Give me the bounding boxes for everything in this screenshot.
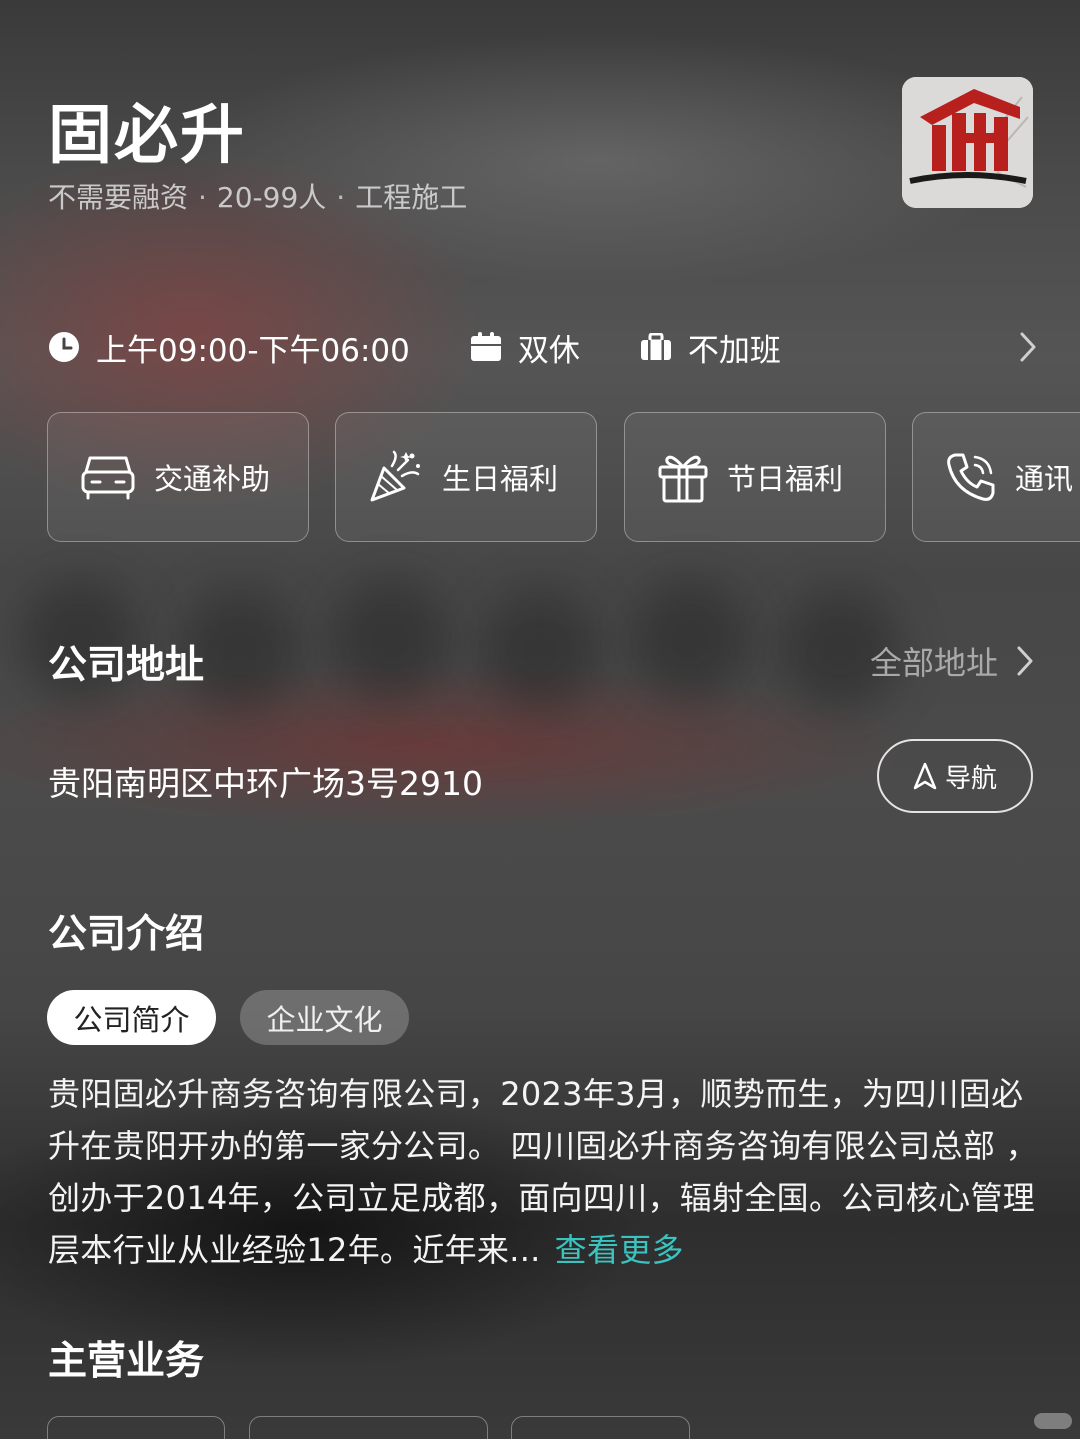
clock-icon bbox=[49, 332, 79, 362]
work-hours-text: 上午09:00-下午06:00 bbox=[96, 332, 410, 369]
business-tags bbox=[47, 1416, 1047, 1439]
funding-tag: 不需要融资 bbox=[48, 181, 189, 214]
benefit-label: 通讯 bbox=[1015, 462, 1074, 496]
tag-separator: · bbox=[198, 181, 207, 214]
watermark bbox=[1034, 1413, 1072, 1429]
calendar-icon bbox=[470, 332, 501, 361]
business-tag[interactable] bbox=[249, 1416, 488, 1439]
all-addresses-label: 全部地址 bbox=[869, 644, 998, 682]
intro-section-title: 公司介绍 bbox=[48, 912, 205, 957]
navigation-arrow-icon bbox=[913, 762, 937, 790]
benefit-card-birthday[interactable]: 生日福利 bbox=[335, 412, 597, 542]
briefcase-icon bbox=[640, 333, 671, 360]
company-logo[interactable] bbox=[902, 77, 1033, 208]
company-tags: 不需要融资 · 20-99人 · 工程施工 bbox=[48, 176, 467, 216]
benefit-label: 生日福利 bbox=[442, 462, 559, 496]
all-addresses-link[interactable]: 全部地址 bbox=[870, 638, 1034, 684]
phone-icon bbox=[947, 453, 995, 501]
see-more-link[interactable]: 查看更多 bbox=[555, 1231, 684, 1269]
benefit-card-holiday[interactable]: 节日福利 bbox=[624, 412, 886, 542]
benefit-card-communication[interactable]: 通讯 bbox=[912, 412, 1080, 542]
work-schedule[interactable]: 上午09:00-下午06:00 双休 不加班 bbox=[48, 322, 1038, 372]
overtime: 不加班 bbox=[640, 325, 781, 370]
gift-icon bbox=[658, 455, 708, 503]
benefit-label: 交通补助 bbox=[154, 462, 271, 496]
tag-separator: · bbox=[336, 181, 346, 214]
size-tag: 20-99人 bbox=[216, 181, 327, 214]
benefit-label: 节日福利 bbox=[727, 462, 844, 496]
company-address: 贵阳南明区中环广场3号2910 bbox=[48, 764, 483, 803]
benefit-card-transport[interactable]: 交通补助 bbox=[47, 412, 309, 542]
tab-company-profile[interactable]: 公司简介 bbox=[47, 990, 216, 1045]
overtime-text: 不加班 bbox=[687, 332, 781, 369]
navigate-label: 导航 bbox=[944, 763, 997, 794]
chevron-right-icon[interactable] bbox=[1018, 330, 1038, 364]
rest-days-text: 双休 bbox=[517, 332, 580, 369]
company-name: 固必升 bbox=[48, 99, 246, 173]
company-intro: 贵阳固必升商务咨询有限公司，2023年3月，顺势而生，为四川固必升在贵阳开办的第… bbox=[48, 1068, 1038, 1276]
party-popper-icon bbox=[370, 450, 420, 502]
navigate-button[interactable]: 导航 bbox=[877, 739, 1033, 813]
chevron-right-icon bbox=[1017, 646, 1033, 676]
business-section-title: 主营业务 bbox=[48, 1339, 205, 1384]
business-tag[interactable] bbox=[47, 1416, 225, 1439]
rest-days: 双休 bbox=[470, 325, 580, 370]
industry-tag: 工程施工 bbox=[355, 181, 468, 214]
benefits-list[interactable]: 交通补助 生日福利 节日福利 通讯 bbox=[47, 412, 1080, 545]
intro-text: 贵阳固必升商务咨询有限公司，2023年3月，顺势而生，为四川固必升在贵阳开办的第… bbox=[48, 1075, 1038, 1269]
address-section-title: 公司地址 bbox=[48, 643, 205, 688]
business-tag[interactable] bbox=[511, 1416, 690, 1439]
tab-corporate-culture[interactable]: 企业文化 bbox=[240, 990, 409, 1045]
car-icon bbox=[81, 456, 135, 500]
work-hours: 上午09:00-下午06:00 bbox=[48, 325, 410, 370]
